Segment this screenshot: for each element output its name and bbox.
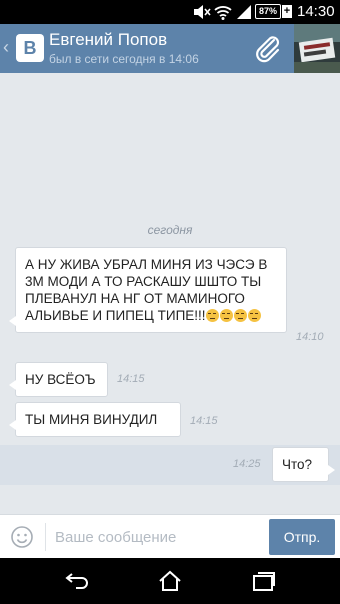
message-composer: Отпр. bbox=[0, 514, 340, 558]
send-button[interactable]: Отпр. bbox=[269, 519, 335, 555]
bubble-tail bbox=[9, 380, 16, 390]
smiley-icon[interactable] bbox=[10, 525, 34, 549]
paperclip-icon[interactable] bbox=[252, 34, 284, 64]
contact-avatar[interactable] bbox=[294, 24, 340, 73]
status-time: 14:30 bbox=[297, 3, 335, 20]
bubble-tail bbox=[9, 420, 16, 430]
home-icon[interactable] bbox=[156, 568, 184, 594]
incoming-message[interactable]: ТЫ МИНЯ ВИНУДИЛ bbox=[9, 402, 181, 437]
battery-level: 87% bbox=[258, 6, 277, 16]
date-separator: сегодня bbox=[147, 223, 193, 237]
bubble-tail bbox=[328, 465, 335, 475]
back-icon[interactable] bbox=[62, 568, 90, 594]
contact-status: был в сети сегодня в 14:06 bbox=[49, 52, 199, 66]
back-chevron-icon: ‹ bbox=[3, 37, 9, 57]
status-bar: 87% + 14:30 bbox=[0, 0, 340, 24]
vk-logo: B bbox=[16, 34, 44, 62]
message-text: Что? bbox=[282, 457, 313, 472]
message-time: 14:15 bbox=[190, 415, 218, 427]
message-time: 14:15 bbox=[117, 373, 145, 385]
incoming-message[interactable]: А НУ ЖИВА УБРАЛ МИНЯ ИЗ ЧЭСЭ В 3М МОДИ А… bbox=[9, 247, 287, 333]
back-button[interactable]: ‹ B bbox=[0, 24, 48, 73]
outgoing-message[interactable]: Что? bbox=[272, 447, 335, 482]
chat-header: ‹ B Евгений Попов был в сети сегодня в 1… bbox=[0, 24, 340, 73]
unamused-emoji-icon bbox=[247, 309, 261, 322]
message-time: 14:25 bbox=[233, 458, 261, 470]
avatar-image bbox=[294, 24, 340, 73]
mute-icon bbox=[194, 5, 211, 19]
message-text: ТЫ МИНЯ ВИНУДИЛ bbox=[25, 412, 158, 427]
unamused-emoji-icon bbox=[205, 309, 219, 322]
recent-apps-icon[interactable] bbox=[250, 568, 278, 594]
unamused-emoji-icon bbox=[219, 309, 233, 322]
message-time: 14:10 bbox=[296, 331, 324, 343]
bubble-tail bbox=[9, 316, 16, 326]
incoming-message[interactable]: НУ ВСЁОЪ bbox=[9, 362, 108, 397]
wifi-icon bbox=[214, 6, 232, 20]
unamused-emoji-icon bbox=[233, 309, 247, 322]
composer-divider bbox=[45, 523, 46, 551]
message-text: НУ ВСЁОЪ bbox=[25, 372, 96, 387]
contact-name[interactable]: Евгений Попов bbox=[49, 30, 167, 50]
navigation-bar bbox=[0, 558, 340, 604]
charging-indicator: + bbox=[282, 5, 292, 18]
signal-icon bbox=[237, 5, 251, 19]
message-list[interactable]: сегодня А НУ ЖИВА УБРАЛ МИНЯ ИЗ ЧЭСЭ В 3… bbox=[0, 73, 340, 514]
battery-icon: 87% bbox=[255, 4, 281, 19]
message-input[interactable] bbox=[55, 522, 255, 552]
